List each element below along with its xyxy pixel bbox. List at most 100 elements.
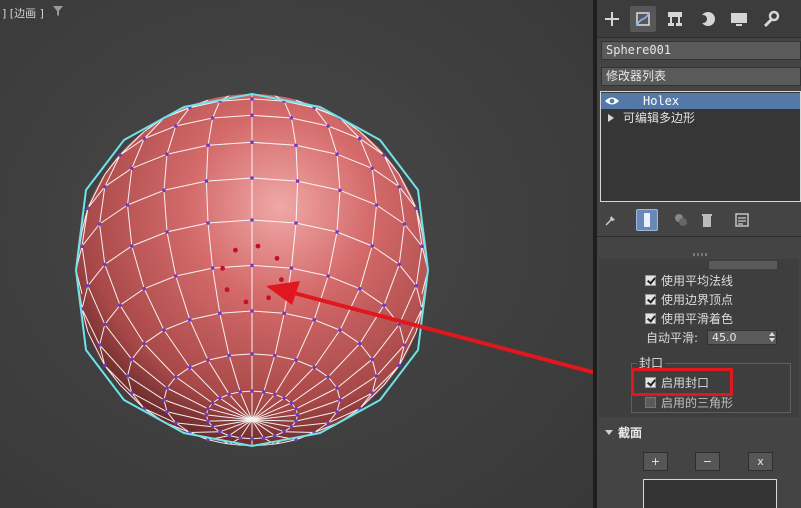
make-unique-button[interactable] [670,209,692,231]
mesh-vertex[interactable] [206,407,210,411]
mesh-vertex[interactable] [204,179,209,183]
mesh-vertex[interactable] [97,222,102,226]
mesh-vertex[interactable] [370,357,375,362]
mesh-vertex[interactable] [227,433,231,438]
mesh-vertex[interactable] [289,266,294,270]
pin-stack-button[interactable] [600,209,622,231]
mesh-vertex[interactable] [103,184,107,189]
mesh-vertex[interactable] [397,184,402,189]
mesh-vertex[interactable] [210,425,215,429]
mesh-vertex[interactable] [374,203,379,207]
clear-section-button[interactable]: x [748,452,773,471]
selected-vertex[interactable] [243,299,249,305]
mesh-vertex[interactable] [250,113,254,118]
mesh-vertex[interactable] [162,398,166,402]
selected-vertex[interactable] [274,255,280,261]
mesh-vertex[interactable] [188,365,192,370]
mesh-vertex[interactable] [125,374,130,378]
mesh-vertex[interactable] [397,262,402,267]
mesh-vertex[interactable] [97,343,102,347]
add-section-button[interactable]: + [643,452,668,471]
mesh-vertex[interactable] [358,136,362,141]
stack-item-editable-poly[interactable]: 可编辑多边形 [601,110,800,126]
mesh-vertex[interactable] [370,166,375,171]
mesh-vertex[interactable] [294,143,298,148]
mesh-vertex[interactable] [414,284,419,288]
mesh-vertex[interactable] [174,375,178,379]
mesh-vertex[interactable] [295,413,300,417]
remove-modifier-button[interactable] [696,209,718,231]
mesh-vertex[interactable] [218,430,222,434]
collapse-triangle-icon[interactable] [605,430,613,435]
rollout-scroll-grip[interactable] [693,253,707,256]
mesh-vertex[interactable] [206,419,210,423]
mesh-vertex[interactable] [130,166,134,171]
sphere-mesh[interactable] [74,92,430,448]
mesh-vertex[interactable] [86,206,90,210]
motion-tab[interactable] [694,6,720,32]
mesh-vertex[interactable] [227,392,231,397]
mesh-vertex[interactable] [338,188,342,193]
mesh-vertex[interactable] [162,188,166,193]
modifier-stack[interactable]: Holex 可编辑多边形 [600,91,801,202]
mesh-vertex[interactable] [262,436,266,440]
mesh-vertex[interactable] [218,311,222,316]
mesh-vertex[interactable] [130,244,134,248]
mesh-vertex[interactable] [250,176,254,180]
mesh-vertex[interactable] [250,140,254,145]
configure-modifier-sets-button[interactable] [731,209,753,231]
create-tab[interactable] [599,6,625,32]
viewport[interactable]: ] [边画 ] [0,0,593,508]
mesh-vertex[interactable] [273,392,277,397]
stack-item-holex[interactable]: Holex [601,93,800,109]
mesh-vertex[interactable] [397,363,402,368]
mesh-vertex[interactable] [238,390,242,394]
mesh-vertex[interactable] [289,401,294,405]
mesh-vertex[interactable] [273,353,277,358]
selected-vertex[interactable] [233,247,238,253]
selected-vertex[interactable] [220,265,226,271]
mesh-vertex[interactable] [165,410,169,414]
mesh-vertex[interactable] [162,328,166,332]
mesh-vertex[interactable] [358,286,362,291]
mesh-vertex[interactable] [402,222,407,226]
mesh-vertex[interactable] [289,425,294,429]
show-end-result-button[interactable] [636,209,658,231]
auto-smooth-spinner[interactable]: 45.0 [707,330,777,345]
mesh-vertex[interactable] [326,274,331,278]
object-name-field[interactable]: Sphere001 [601,41,801,60]
mesh-vertex[interactable] [370,391,375,395]
mesh-vertex[interactable] [174,124,178,128]
mesh-vertex[interactable] [206,221,210,225]
mesh-vertex[interactable] [312,365,317,370]
mesh-vertex[interactable] [206,358,210,362]
mesh-vertex[interactable] [130,391,134,395]
use-smooth-shading-row[interactable]: 使用平滑着色 [645,309,733,327]
section-rollout-header[interactable]: 截面 [597,420,801,444]
mesh-vertex[interactable] [250,263,254,268]
mesh-vertex[interactable] [282,311,287,316]
mesh-vertex[interactable] [335,386,339,390]
mesh-vertex[interactable] [289,116,294,120]
mesh-vertex[interactable] [326,124,331,128]
mesh-vertex[interactable] [210,116,215,120]
remove-section-button[interactable]: − [695,452,720,471]
mesh-vertex[interactable] [103,262,107,267]
mesh-vertex[interactable] [374,374,379,378]
selected-vertex[interactable] [279,277,284,283]
mesh-vertex[interactable] [86,284,90,288]
mesh-vertex[interactable] [250,97,254,101]
mesh-vertex[interactable] [294,407,298,411]
mesh-vertex[interactable] [103,363,107,368]
utilities-tab[interactable] [758,6,784,32]
mesh-vertex[interactable] [80,244,84,248]
mesh-vertex[interactable] [103,322,107,327]
mesh-vertex[interactable] [204,413,209,417]
mesh-vertex[interactable] [206,143,210,148]
mesh-vertex[interactable] [420,244,424,248]
mesh-vertex[interactable] [370,244,375,248]
mesh-vertex[interactable] [165,230,169,234]
mesh-vertex[interactable] [414,206,419,210]
mesh-vertex[interactable] [338,328,342,332]
mesh-vertex[interactable] [118,303,122,308]
